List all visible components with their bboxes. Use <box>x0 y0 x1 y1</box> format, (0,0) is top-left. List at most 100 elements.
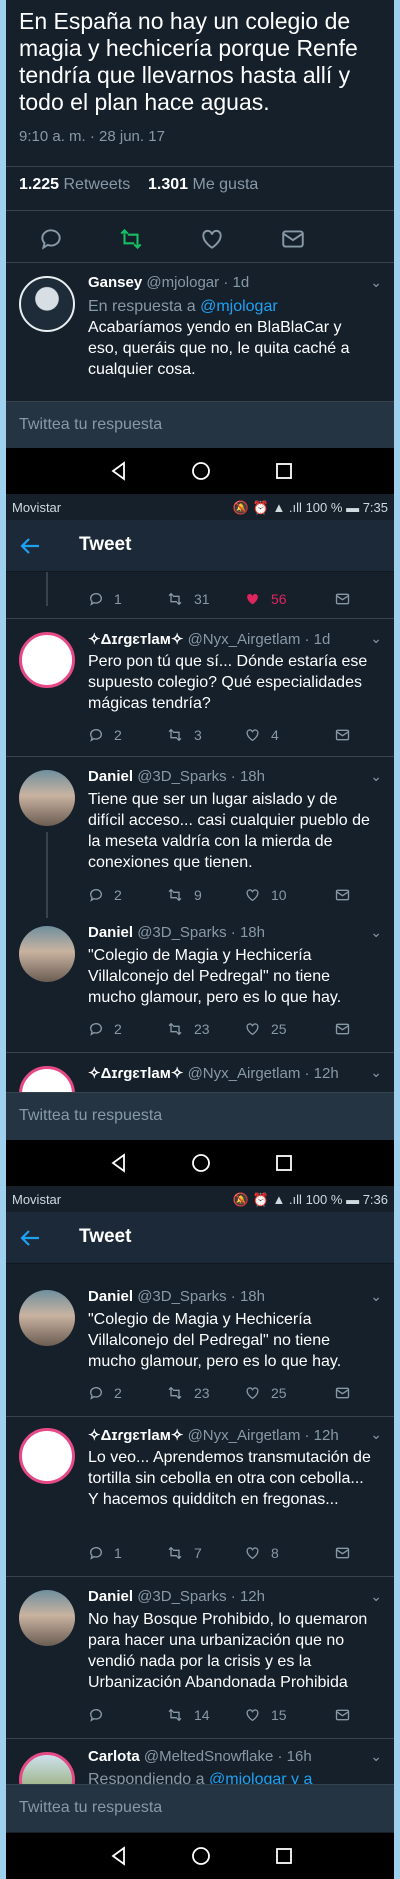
message-action[interactable] <box>334 724 351 746</box>
reply-action[interactable]: 2 <box>88 884 122 906</box>
message-action[interactable] <box>334 588 351 610</box>
reply-input-placeholder[interactable]: Twittea tu respuesta <box>19 1107 162 1125</box>
reply-action[interactable]: 2 <box>88 1018 122 1040</box>
like-action[interactable]: 25 <box>244 1382 287 1404</box>
reply-tweet[interactable]: ✧Δɪɾgɛтlaм✧ @Nyx_Airgetlam · 12h ⌄ <box>6 1064 394 1094</box>
back-arrow-icon[interactable] <box>18 534 42 558</box>
like-action[interactable]: 15 <box>244 1704 287 1726</box>
reply-input-placeholder[interactable]: Twittea tu respuesta <box>19 416 162 434</box>
avatar[interactable] <box>19 1066 75 1094</box>
message-icon <box>335 593 350 605</box>
recents-nav-icon[interactable] <box>273 1845 295 1867</box>
reply-tweet[interactable]: ✧Δɪɾgɛтlaм✧ @Nyx_Airgetlam · 1d ⌄ Pero p… <box>6 630 394 750</box>
chevron-down-icon[interactable]: ⌄ <box>370 768 382 785</box>
recents-nav-icon[interactable] <box>273 460 295 482</box>
retweet-action[interactable]: 31 <box>166 588 210 610</box>
reply-tweet[interactable]: Gansey @mjologar · 1d ⌄ En respuesta a @… <box>6 274 394 400</box>
reply-icon <box>89 729 102 742</box>
likes-label[interactable]: Me gusta <box>192 176 258 193</box>
reply-icon <box>89 889 102 902</box>
message-action[interactable] <box>334 1542 351 1564</box>
retweet-action[interactable]: 7 <box>166 1542 202 1564</box>
reply-action[interactable]: 1 <box>88 588 122 610</box>
likes-count[interactable]: 1.301 <box>148 176 188 193</box>
author-name[interactable]: Daniel <box>88 1588 133 1605</box>
avatar[interactable] <box>19 1752 75 1786</box>
retweet-action[interactable]: 14 <box>166 1704 210 1726</box>
reply-tweet[interactable]: Daniel @3D_Sparks · 18h ⌄ Tiene que ser … <box>6 768 394 912</box>
avatar[interactable] <box>19 770 75 826</box>
message-action[interactable] <box>334 884 351 906</box>
like-action[interactable]: 25 <box>244 1018 287 1040</box>
author-name[interactable]: Gansey <box>88 274 142 291</box>
like-action[interactable]: 8 <box>244 1542 279 1564</box>
home-nav-icon[interactable] <box>190 460 212 482</box>
retweet-action[interactable]: 23 <box>166 1382 210 1404</box>
avatar[interactable] <box>19 1428 75 1484</box>
reply-action[interactable] <box>88 1704 114 1726</box>
back-nav-icon[interactable] <box>108 460 130 482</box>
retweets-label[interactable]: Retweets <box>64 176 131 193</box>
retweet-action[interactable]: 23 <box>166 1018 210 1040</box>
message-icon[interactable] <box>280 226 306 252</box>
author-name[interactable]: Daniel <box>88 924 133 941</box>
message-icon <box>335 1547 350 1559</box>
chevron-down-icon[interactable]: ⌄ <box>370 1288 382 1305</box>
like-action[interactable]: 4 <box>244 724 279 746</box>
author-name[interactable]: Daniel <box>88 768 133 785</box>
chevron-down-icon[interactable]: ⌄ <box>370 274 382 291</box>
chevron-down-icon[interactable]: ⌄ <box>370 630 382 647</box>
chevron-down-icon[interactable]: ⌄ <box>370 1588 382 1605</box>
android-navbar <box>6 448 394 494</box>
reply-action[interactable]: 2 <box>88 724 122 746</box>
home-nav-icon[interactable] <box>190 1152 212 1174</box>
reply-tweet[interactable]: Daniel @3D_Sparks · 18h ⌄ "Colegio de Ma… <box>6 1288 394 1410</box>
reply-tweet[interactable]: ✧Δɪɾgɛтlaм✧ @Nyx_Airgetlam · 12h ⌄ Lo ve… <box>6 1426 394 1570</box>
reply-tweet[interactable]: Carlota @MeltedSnowflake · 16h ⌄ Respond… <box>6 1748 394 1786</box>
reply-composer[interactable]: Twittea tu respuesta <box>6 1784 394 1832</box>
author-name[interactable]: Carlota <box>88 1748 140 1765</box>
avatar[interactable] <box>19 1590 75 1646</box>
avatar[interactable] <box>19 926 75 982</box>
author-name[interactable]: ✧Δɪɾgɛтlaм✧ <box>88 1427 183 1444</box>
retweet-action[interactable]: 9 <box>166 884 202 906</box>
reply-tweet[interactable]: Daniel @3D_Sparks · 12h ⌄ No hay Bosque … <box>6 1588 394 1732</box>
author-name[interactable]: ✧Δɪɾgɛтlaм✧ <box>88 631 183 648</box>
back-nav-icon[interactable] <box>108 1845 130 1867</box>
like-action[interactable]: 56 <box>244 588 287 610</box>
author-handle: @3D_Sparks <box>137 924 227 941</box>
like-action[interactable]: 10 <box>244 884 287 906</box>
avatar[interactable] <box>19 276 75 332</box>
reply-composer[interactable]: Twittea tu respuesta <box>6 401 394 449</box>
retweets-count[interactable]: 1.225 <box>19 176 59 193</box>
reply-input-placeholder[interactable]: Twittea tu respuesta <box>19 1799 162 1817</box>
avatar[interactable] <box>19 632 75 688</box>
reply-action[interactable]: 1 <box>88 1542 122 1564</box>
author-name[interactable]: ✧Δɪɾgɛтlaм✧ <box>88 1065 183 1082</box>
clock: 7:35 <box>362 500 388 515</box>
author-name[interactable]: Daniel <box>88 1288 133 1305</box>
avatar[interactable] <box>19 1290 75 1346</box>
message-action[interactable] <box>334 1704 351 1726</box>
retweet-action[interactable]: 3 <box>166 724 202 746</box>
reply-icon[interactable] <box>38 226 64 252</box>
tweet-actions: 14 15 <box>88 1704 374 1726</box>
replying-to-link[interactable]: @mjologar <box>200 298 278 315</box>
home-nav-icon[interactable] <box>190 1845 212 1867</box>
chevron-down-icon[interactable]: ⌄ <box>370 1748 382 1765</box>
back-nav-icon[interactable] <box>108 1152 130 1174</box>
reply-tweet[interactable]: Daniel @3D_Sparks · 18h ⌄ "Colegio de Ma… <box>6 924 394 1046</box>
message-action[interactable] <box>334 1382 351 1404</box>
message-action[interactable] <box>334 1018 351 1040</box>
heart-icon[interactable] <box>199 226 225 252</box>
chevron-down-icon[interactable]: ⌄ <box>370 1426 382 1443</box>
recents-nav-icon[interactable] <box>273 1152 295 1174</box>
reply-composer[interactable]: Twittea tu respuesta <box>6 1092 394 1140</box>
chevron-down-icon[interactable]: ⌄ <box>370 1064 382 1081</box>
tweet-actions: 1 31 56 <box>88 588 374 610</box>
divider <box>6 1738 394 1739</box>
back-arrow-icon[interactable] <box>18 1226 42 1250</box>
chevron-down-icon[interactable]: ⌄ <box>370 924 382 941</box>
reply-action[interactable]: 2 <box>88 1382 122 1404</box>
retweet-icon[interactable] <box>118 226 144 252</box>
